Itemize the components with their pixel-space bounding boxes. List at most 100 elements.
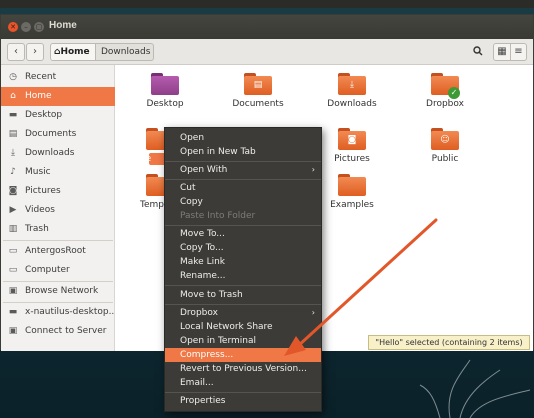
wallpaper-wisp xyxy=(419,359,531,418)
menu-item-move-to[interactable]: Move To... xyxy=(165,227,321,241)
folder-icon: ▬ xyxy=(8,110,18,120)
folder-label: Documents xyxy=(232,99,284,109)
sidebar-item-connect-to-server[interactable]: ▣ Connect to Server xyxy=(1,322,115,341)
places-sidebar: ◷ Recent ⌂ Home ▬ Desktop ▤ Documents ⤓ Downl… xyxy=(1,65,115,351)
menu-item-rename[interactable]: Rename... xyxy=(165,269,321,283)
folder-examples[interactable]: Examples xyxy=(317,172,387,222)
download-folder-icon: ⤓ xyxy=(338,73,366,95)
server-icon: ▣ xyxy=(8,326,18,336)
home-icon: ⌂ xyxy=(10,91,16,101)
sidebar-item-label: Desktop xyxy=(25,110,63,120)
sidebar-item-trash[interactable]: ▥ Trash xyxy=(1,220,115,239)
pictures-folder-icon: ◙ xyxy=(338,128,366,150)
folder-icon xyxy=(338,174,366,196)
sidebar-item-desktop[interactable]: ▬ Desktop xyxy=(1,106,115,125)
list-icon: ≡ xyxy=(514,46,523,57)
menu-item-open-in-terminal[interactable]: Open in Terminal xyxy=(165,334,321,348)
sidebar-item-label: Trash xyxy=(25,224,49,234)
title-bar: ✕ – ▢ Home xyxy=(1,15,533,39)
chevron-left-icon: ‹ xyxy=(14,46,18,57)
sidebar-item-label: AntergosRoot xyxy=(25,246,86,256)
clock-icon: ◷ xyxy=(9,72,17,82)
menu-item-make-link[interactable]: Make Link xyxy=(165,255,321,269)
menu-separator xyxy=(165,392,321,393)
chevron-right-icon: › xyxy=(33,46,37,57)
breadcrumb-downloads[interactable]: Downloads xyxy=(96,43,154,61)
breadcrumb-home[interactable]: ⌂Home xyxy=(50,43,96,61)
menu-item-open-in-new-tab[interactable]: Open in New Tab xyxy=(165,145,321,159)
menu-item-label: Dropbox xyxy=(180,308,218,318)
sidebar-item-label: Documents xyxy=(25,129,77,139)
menu-separator xyxy=(165,161,321,162)
menu-item-cut[interactable]: Cut xyxy=(165,181,321,195)
sidebar-item-pictures[interactable]: ◙ Pictures xyxy=(1,182,115,201)
menu-item-email[interactable]: Email... xyxy=(165,376,321,390)
sidebar-item-recent[interactable]: ◷ Recent xyxy=(1,68,115,87)
status-tooltip: "Hello" selected (containing 2 items) xyxy=(368,335,530,350)
sidebar-item-computer[interactable]: ▭ Computer xyxy=(1,261,115,280)
folder-label: Public xyxy=(431,154,459,164)
desktop-top-panel xyxy=(0,0,534,8)
menu-item-paste-into-folder[interactable]: Paste Into Folder xyxy=(165,209,321,223)
back-button[interactable]: ‹ xyxy=(7,43,25,61)
menu-item-revert-to-previous-version[interactable]: Revert to Previous Version... xyxy=(165,362,321,376)
sidebar-item-label: x-nautilus-desktop... xyxy=(25,307,115,317)
sidebar-item-documents[interactable]: ▤ Documents xyxy=(1,125,115,144)
checkmark-icon: ✓ xyxy=(448,87,460,99)
sidebar-item-label: Downloads xyxy=(25,148,75,158)
close-window-button[interactable]: ✕ xyxy=(8,22,18,32)
menu-item-copy-to[interactable]: Copy To... xyxy=(165,241,321,255)
menu-item-label: Open With xyxy=(180,165,228,175)
trash-icon: ▥ xyxy=(8,224,18,234)
sidebar-item-x-nautilus-desktop[interactable]: ▬ x-nautilus-desktop... xyxy=(1,303,115,322)
network-icon: ▣ xyxy=(8,286,18,296)
folder-icon: ▬ xyxy=(8,307,18,317)
camera-icon: ◙ xyxy=(8,186,18,196)
menu-item-open[interactable]: Open xyxy=(165,131,321,145)
folder-downloads[interactable]: ⤓ Downloads xyxy=(317,71,387,121)
toolbar: ‹ › ⌂Home Downloads ▦ ≡ xyxy=(1,39,533,65)
forward-button[interactable]: › xyxy=(26,43,44,61)
folder-desktop[interactable]: Desktop xyxy=(130,71,200,121)
sidebar-item-videos[interactable]: ▶ Videos xyxy=(1,201,115,220)
sidebar-item-label: Music xyxy=(25,167,51,177)
sidebar-item-label: Browse Network xyxy=(25,286,99,296)
menu-item-move-to-trash[interactable]: Move to Trash xyxy=(165,288,321,302)
folder-documents[interactable]: ▤ Documents xyxy=(223,71,293,121)
folder-label: Downloads xyxy=(327,99,377,109)
folder-public[interactable]: ☺ Public xyxy=(410,126,480,176)
sidebar-item-label: Computer xyxy=(25,265,70,275)
window-title: Home xyxy=(49,20,77,31)
document-icon: ▤ xyxy=(8,129,18,139)
folder-label: Dropbox xyxy=(426,99,464,109)
search-icon xyxy=(473,46,483,56)
menu-item-local-network-share[interactable]: Local Network Share xyxy=(165,320,321,334)
menu-separator xyxy=(165,179,321,180)
drive-icon: ▭ xyxy=(8,246,18,256)
folder-pictures[interactable]: ◙ Pictures xyxy=(317,126,387,176)
menu-item-open-with[interactable]: Open With › xyxy=(165,163,321,177)
sidebar-item-browse-network[interactable]: ▣ Browse Network xyxy=(1,282,115,301)
folder-label: Desktop xyxy=(146,99,184,109)
folder-dropbox[interactable]: ✓ Dropbox xyxy=(410,71,480,121)
submenu-arrow-icon: › xyxy=(311,165,315,174)
minimize-window-button[interactable]: – xyxy=(21,22,31,32)
menu-item-copy[interactable]: Copy xyxy=(165,195,321,209)
menu-item-properties[interactable]: Properties xyxy=(165,394,321,408)
sidebar-item-home[interactable]: ⌂ Home xyxy=(1,87,115,106)
grid-view-button[interactable]: ▦ xyxy=(493,43,511,61)
maximize-window-button[interactable]: ▢ xyxy=(34,22,44,32)
menu-item-compress[interactable]: Compress... xyxy=(165,348,321,362)
menu-item-dropbox[interactable]: Dropbox › xyxy=(165,306,321,320)
context-menu: Open Open in New Tab Open With › Cut Copy… xyxy=(164,127,322,412)
sidebar-item-downloads[interactable]: ⤓ Downloads xyxy=(1,144,115,163)
search-button[interactable] xyxy=(469,43,487,61)
sidebar-item-music[interactable]: ♪ Music xyxy=(1,163,115,182)
list-view-button[interactable]: ≡ xyxy=(511,43,527,61)
sidebar-item-antergosroot[interactable]: ▭ AntergosRoot xyxy=(1,242,115,261)
folder-label: Examples xyxy=(330,200,374,210)
menu-separator xyxy=(165,225,321,226)
sidebar-item-label: Videos xyxy=(25,205,55,215)
folder-icon: ✓ xyxy=(431,73,460,99)
public-folder-icon: ☺ xyxy=(431,128,459,150)
